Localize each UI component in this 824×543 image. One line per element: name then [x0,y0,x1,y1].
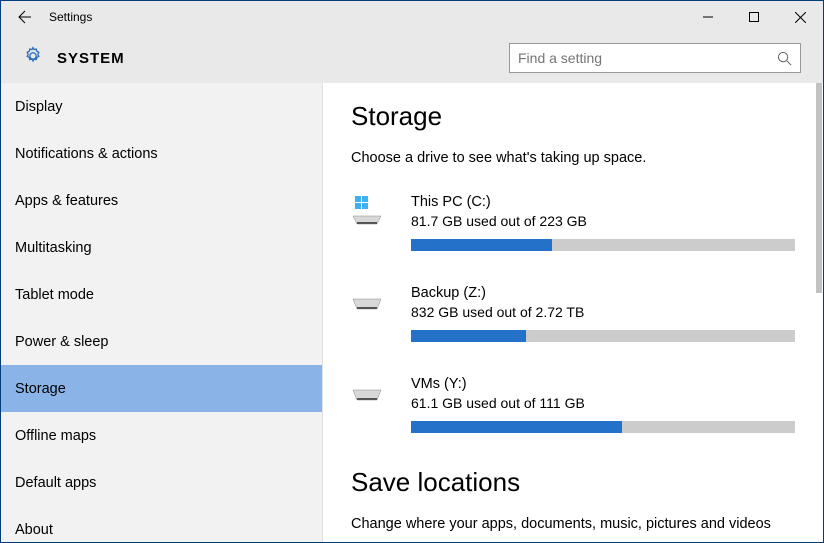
maximize-button[interactable] [731,1,777,33]
sidebar-item-apps-features[interactable]: Apps & features [1,177,322,224]
drive-usage: 61.1 GB used out of 111 GB [411,395,795,411]
window-title: Settings [49,10,92,24]
sidebar-item-label: Default apps [15,475,96,491]
search-icon [777,51,792,66]
page-description: Choose a drive to see what's taking up s… [351,150,795,166]
sidebar-item-about[interactable]: About [1,506,322,542]
search-box[interactable] [509,43,801,73]
drive-icon [351,194,391,251]
sidebar-item-label: About [15,522,53,538]
minimize-icon [703,12,713,22]
scrollbar[interactable] [809,83,823,542]
sidebar-item-label: Power & sleep [15,334,109,350]
drive-item[interactable]: This PC (C:) 81.7 GB used out of 223 GB [351,194,795,251]
close-icon [795,12,806,23]
system-label: SYSTEM [57,50,125,67]
sidebar-item-multitasking[interactable]: Multitasking [1,224,322,271]
drive-bar [411,421,795,433]
window-controls [685,1,823,33]
drive-name: Backup (Z:) [411,285,795,301]
drive-bar [411,330,795,342]
header: SYSTEM [1,33,823,83]
back-arrow-icon [17,9,33,25]
drive-usage: 832 GB used out of 2.72 TB [411,304,795,320]
drive-body: Backup (Z:) 832 GB used out of 2.72 TB [411,285,795,342]
drive-body: VMs (Y:) 61.1 GB used out of 111 GB [411,376,795,433]
sidebar-item-notifications-actions[interactable]: Notifications & actions [1,130,322,177]
sidebar-item-label: Notifications & actions [15,146,158,162]
content: Storage Choose a drive to see what's tak… [323,83,823,542]
sidebar-item-label: Apps & features [15,193,118,209]
scrollbar-thumb[interactable] [816,83,822,293]
drive-name: VMs (Y:) [411,376,795,392]
sidebar-item-storage[interactable]: Storage [1,365,322,412]
sidebar-item-offline-maps[interactable]: Offline maps [1,412,322,459]
minimize-button[interactable] [685,1,731,33]
header-left: SYSTEM [23,46,125,71]
sidebar-item-label: Storage [15,381,66,397]
drive-bar-fill [411,330,526,342]
titlebar: Settings [1,1,823,33]
sidebar-item-label: Multitasking [15,240,92,256]
drive-item[interactable]: VMs (Y:) 61.1 GB used out of 111 GB [351,376,795,433]
drive-bar [411,239,795,251]
drive-body: This PC (C:) 81.7 GB used out of 223 GB [411,194,795,251]
drive-icon [351,285,391,342]
sidebar-item-tablet-mode[interactable]: Tablet mode [1,271,322,318]
sidebar-item-default-apps[interactable]: Default apps [1,459,322,506]
search-input[interactable] [518,50,777,66]
drive-usage: 81.7 GB used out of 223 GB [411,213,795,229]
save-locations-description: Change where your apps, documents, music… [351,516,795,532]
drive-item[interactable]: Backup (Z:) 832 GB used out of 2.72 TB [351,285,795,342]
sidebar-item-display[interactable]: Display [1,83,322,130]
close-button[interactable] [777,1,823,33]
sidebar-item-label: Tablet mode [15,287,94,303]
sidebar: Display Notifications & actions Apps & fea… [1,83,323,542]
page-title: Storage [351,101,795,132]
body: Display Notifications & actions Apps & fea… [1,83,823,542]
back-button[interactable] [1,1,49,33]
save-locations-title: Save locations [351,467,795,498]
drive-bar-fill [411,239,552,251]
drive-icon [351,376,391,433]
sidebar-item-power-sleep[interactable]: Power & sleep [1,318,322,365]
gear-icon [23,46,43,71]
maximize-icon [749,12,759,22]
sidebar-item-label: Offline maps [15,428,96,444]
drive-bar-fill [411,421,622,433]
sidebar-item-label: Display [15,99,63,115]
drive-name: This PC (C:) [411,194,795,210]
